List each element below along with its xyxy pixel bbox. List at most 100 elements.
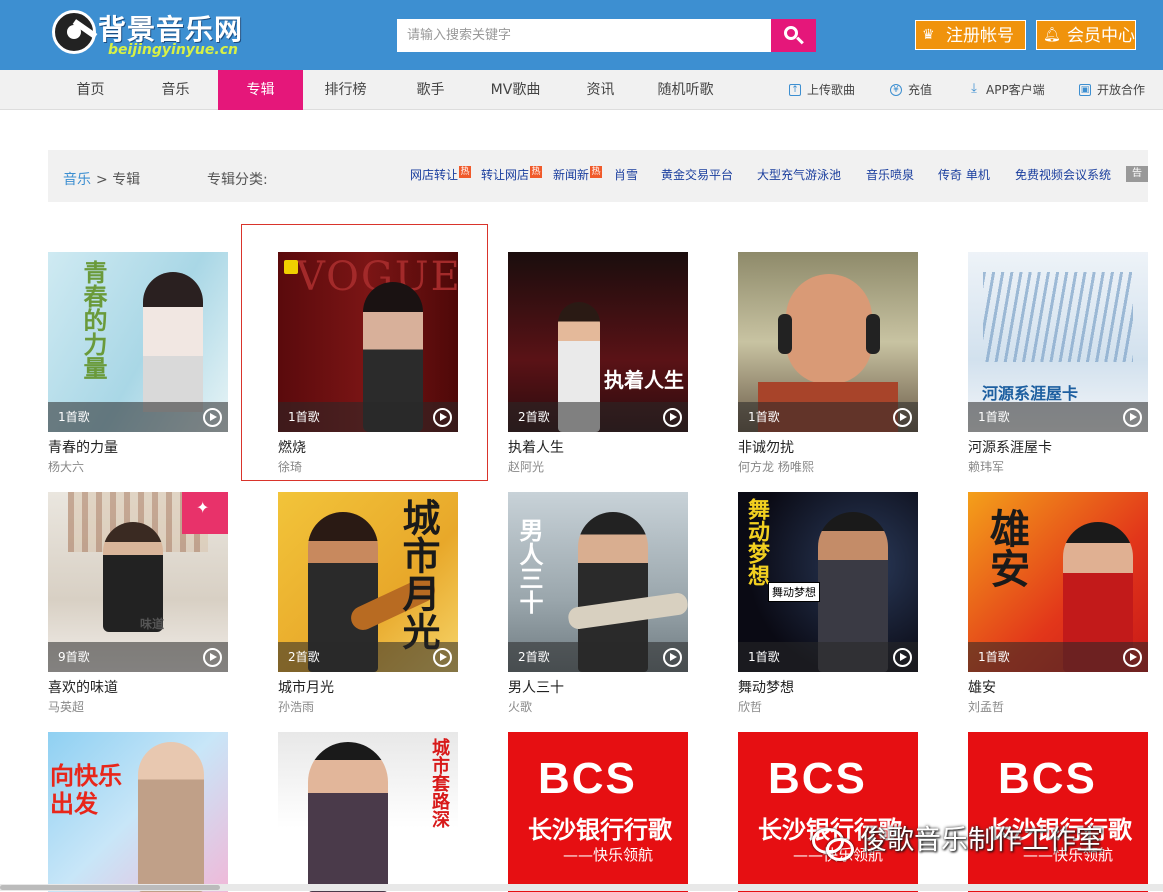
cooperation-link[interactable]: ▣ 开放合作 — [1079, 70, 1145, 110]
album-singer[interactable]: 杨大六 — [48, 458, 84, 475]
tag-link[interactable]: 网店转让热 — [410, 166, 472, 183]
site-header: 背景音乐网 beijingyinyue.cn 请输入搜索关键字 ♛ 注册帐号 🔔… — [0, 0, 1163, 70]
app-client-link[interactable]: ⤓ APP客户端 — [968, 70, 1045, 110]
album-cover[interactable]: 河源系涯屋卡 1首歌 — [968, 252, 1148, 432]
album-title[interactable]: 青春的力量 — [48, 437, 118, 457]
nav-news[interactable]: 资讯 — [558, 70, 643, 110]
album-title[interactable]: 雄安 — [968, 677, 996, 697]
play-icon[interactable] — [1123, 408, 1142, 427]
nav-album[interactable]: 专辑 — [218, 70, 303, 110]
album-title[interactable]: 男人三十 — [508, 677, 564, 697]
album-singer[interactable]: 赖玮军 — [968, 458, 1004, 475]
tag-link[interactable]: 肖雪 — [614, 166, 638, 183]
nav-random[interactable]: 随机听歌 — [643, 70, 728, 110]
wechat-watermark: 俊歌音乐制作工作室 — [812, 818, 1103, 861]
cover-subtext: ——快乐领航 — [563, 846, 654, 864]
album-title[interactable]: 执着人生 — [508, 437, 564, 457]
search-input[interactable]: 请输入搜索关键字 — [397, 19, 771, 52]
breadcrumb-music-link[interactable]: 音乐 — [63, 169, 91, 189]
album-singer[interactable]: 马英超 — [48, 698, 84, 715]
play-icon[interactable] — [203, 408, 222, 427]
cover-figure — [786, 274, 872, 384]
album-cover[interactable]: 执着人生 2首歌 — [508, 252, 688, 432]
briefcase-icon: ▣ — [1079, 84, 1091, 96]
cover-figure — [138, 742, 204, 892]
cover-text: 青春的力量 — [79, 260, 108, 380]
album-title[interactable]: 城市月光 — [278, 677, 334, 697]
cover-text: 城市月光 — [396, 498, 441, 650]
tag-link[interactable]: 免费视频会议系统 — [1015, 166, 1126, 183]
album-title[interactable]: 燃烧 — [278, 437, 306, 457]
album-cover[interactable]: 向快乐出发 — [48, 732, 228, 892]
nav-singer[interactable]: 歌手 — [388, 70, 473, 110]
nav-chart[interactable]: 排行榜 — [303, 70, 388, 110]
horizontal-scrollbar[interactable] — [0, 884, 1163, 891]
tag-link[interactable]: 新闻新热 — [553, 166, 603, 183]
play-icon[interactable] — [203, 648, 222, 667]
cover-text: 河源系涯屋卡 — [982, 384, 1079, 403]
play-icon[interactable] — [663, 648, 682, 667]
tag-link[interactable]: 转让网店热 — [481, 166, 543, 183]
album-singer[interactable]: 赵阿光 — [508, 458, 544, 475]
upload-song-link[interactable]: ↑ 上传歌曲 — [789, 70, 855, 110]
label-icon: ✦ — [182, 492, 228, 534]
nav-music[interactable]: 音乐 — [133, 70, 218, 110]
song-count-bar: 1首歌 — [968, 642, 1148, 672]
tag-link[interactable]: 大型充气游泳池 — [757, 166, 841, 183]
cover-text: 城市套路深 — [429, 738, 450, 828]
play-icon[interactable] — [433, 408, 452, 427]
site-logo[interactable]: 背景音乐网 beijingyinyue.cn — [50, 8, 280, 60]
album-cover[interactable]: VOGUE 1首歌 — [278, 252, 458, 432]
nav-home[interactable]: 首页 — [48, 70, 133, 110]
cover-figure — [308, 742, 388, 892]
hot-badge: 热 — [590, 166, 603, 178]
album-cover[interactable]: 1首歌 — [738, 252, 918, 432]
song-count-bar: 1首歌 — [968, 402, 1148, 432]
album-singer[interactable]: 刘孟哲 — [968, 698, 1004, 715]
nav-mv[interactable]: MV歌曲 — [473, 70, 558, 110]
song-count-bar: 1首歌 — [738, 402, 918, 432]
song-count-bar: 2首歌 — [278, 642, 458, 672]
album-cover[interactable]: 男人三十 2首歌 — [508, 492, 688, 672]
album-singer[interactable]: 孙浩雨 — [278, 698, 314, 715]
play-icon[interactable] — [893, 648, 912, 667]
album-title[interactable]: 河源系涯屋卡 — [968, 437, 1052, 457]
scrollbar-thumb[interactable] — [0, 885, 220, 890]
play-icon[interactable] — [433, 648, 452, 667]
album-cover[interactable]: 雄安 1首歌 — [968, 492, 1148, 672]
album-singer[interactable]: 何方龙 杨唯熙 — [738, 458, 814, 475]
album-cover[interactable]: 城市月光 2首歌 — [278, 492, 458, 672]
tag-link[interactable]: 音乐喷泉 — [866, 166, 914, 183]
cover-caption: 舞动梦想 — [768, 582, 820, 602]
album-singer[interactable]: 火歌 — [508, 698, 532, 715]
search-button[interactable] — [771, 19, 816, 52]
recharge-link[interactable]: ¥ 充值 — [890, 70, 932, 110]
album-cover[interactable]: 青春的力量 1首歌 — [48, 252, 228, 432]
album-cover[interactable]: BCS 长沙银行行歌 ——快乐领航 — [738, 732, 918, 892]
album-cover[interactable]: BCS 长沙银行行歌 ——快乐领航 — [508, 732, 688, 892]
album-cover[interactable]: BCS 长沙银行行歌 ——快乐领航 — [968, 732, 1148, 892]
album-cover[interactable]: ✦ 味道 9首歌 — [48, 492, 228, 672]
cover-text: 味道 — [140, 617, 165, 631]
play-icon[interactable] — [893, 408, 912, 427]
hot-badge: 热 — [530, 166, 543, 178]
album-cover[interactable]: 城市套路深 — [278, 732, 458, 892]
album-title[interactable]: 舞动梦想 — [738, 677, 794, 697]
play-icon[interactable] — [663, 408, 682, 427]
tag-link[interactable]: 黄金交易平台 — [661, 166, 733, 183]
hot-badge: 热 — [459, 166, 472, 178]
album-singer[interactable]: 徐琦 — [278, 458, 302, 475]
album-title[interactable]: 非诚勿扰 — [738, 437, 794, 457]
register-button[interactable]: ♛ 注册帐号 — [915, 20, 1026, 50]
tag-link[interactable]: 传奇 单机 — [938, 166, 990, 183]
member-center-button[interactable]: 🔔︎ 会员中心 — [1036, 20, 1136, 50]
cover-text: 男人三十 — [515, 518, 544, 614]
play-icon[interactable] — [1123, 648, 1142, 667]
song-count-bar: 1首歌 — [48, 402, 228, 432]
album-cover[interactable]: 舞动梦想 舞动梦想 1首歌 — [738, 492, 918, 672]
label-icon — [284, 260, 298, 274]
breadcrumb: 音乐 > 专辑 专辑分类: 网店转让热 转让网店热 新闻新热 肖雪 黄金交易平台… — [48, 150, 1148, 202]
song-count-bar: 2首歌 — [508, 402, 688, 432]
album-title[interactable]: 喜欢的味道 — [48, 677, 118, 697]
album-singer[interactable]: 欣哲 — [738, 698, 762, 715]
